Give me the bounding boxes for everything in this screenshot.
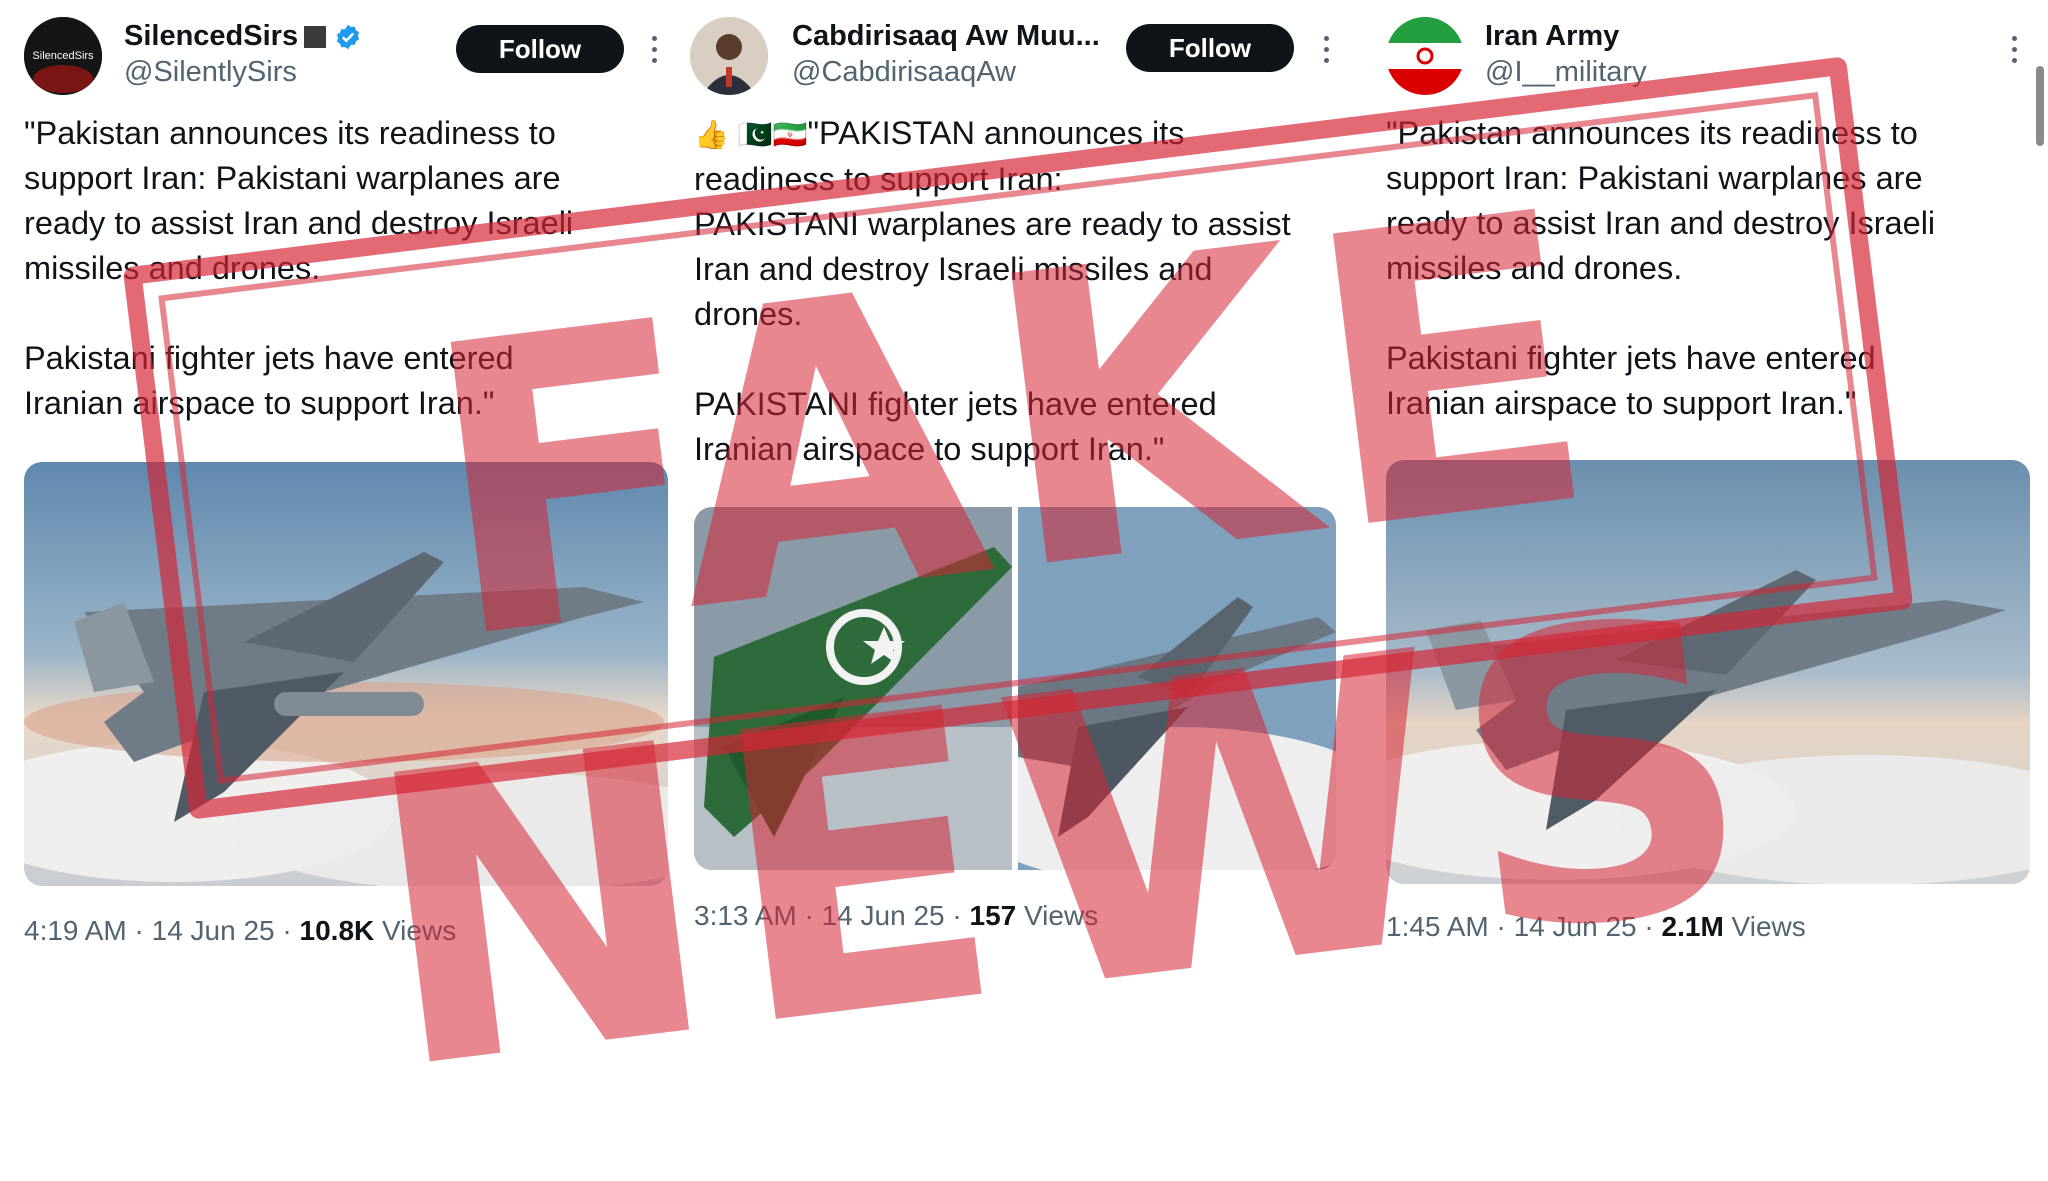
views-count: 157 bbox=[969, 900, 1017, 931]
views-label: Views bbox=[1024, 900, 1099, 931]
follow-button[interactable]: Follow bbox=[1126, 24, 1294, 72]
user-handle[interactable]: @CabdirisaaqAw bbox=[792, 56, 1016, 89]
user-handle[interactable]: @SilentlySirs bbox=[124, 56, 297, 89]
more-options-icon[interactable] bbox=[650, 36, 658, 63]
tweet-text: "Pakistan announces its readiness to sup… bbox=[1386, 115, 1936, 421]
post-card-iran-army: Iran Army @I__military "Pakistan announc… bbox=[1380, 0, 2048, 954]
tweet-image[interactable] bbox=[1386, 460, 2030, 884]
tweet-date[interactable]: 14 Jun 25 bbox=[152, 915, 275, 946]
post-card-silencedsirs: SilencedSirs SilencedSirs @SilentlySirs … bbox=[0, 0, 690, 954]
avatar[interactable]: SilencedSirs bbox=[24, 17, 102, 95]
display-name[interactable]: Cabdirisaaq Aw Muu... bbox=[792, 20, 1100, 53]
views-count: 10.8K bbox=[299, 915, 375, 946]
tweet-text: 👍 🇵🇰🇮🇷"PAKISTAN announces its readiness … bbox=[694, 111, 1354, 472]
emoji-flags: 👍 🇵🇰🇮🇷 bbox=[694, 118, 808, 151]
tweet-time[interactable]: 1:45 AM bbox=[1386, 911, 1489, 942]
user-handle[interactable]: @I__military bbox=[1485, 56, 1647, 89]
fighter-jet-image bbox=[24, 462, 668, 886]
display-name[interactable]: SilencedSirs bbox=[124, 20, 362, 53]
fighter-jet-flag-image bbox=[694, 507, 1012, 870]
tweet-meta: 3:13 AM · 14 Jun 25 · 157 Views bbox=[694, 900, 1099, 931]
views-label: Views bbox=[382, 915, 457, 946]
display-name-text: SilencedSirs bbox=[124, 20, 299, 52]
square-icon bbox=[304, 26, 327, 49]
follow-button[interactable]: Follow bbox=[456, 25, 624, 73]
tweet-time[interactable]: 3:13 AM bbox=[694, 900, 797, 931]
tweet-image[interactable] bbox=[24, 462, 668, 886]
iran-flag-icon bbox=[1386, 17, 1464, 95]
tweet-time[interactable]: 4:19 AM bbox=[24, 915, 127, 946]
fighter-jet-image bbox=[1386, 460, 2030, 884]
display-name[interactable]: Iran Army bbox=[1485, 20, 1619, 53]
post-card-cabdirisaaq: Cabdirisaaq Aw Muu... @CabdirisaaqAw Fol… bbox=[690, 0, 1380, 954]
views-count: 2.1M bbox=[1661, 911, 1724, 942]
scrollbar[interactable] bbox=[2036, 66, 2044, 146]
more-options-icon[interactable] bbox=[2010, 36, 2018, 63]
more-options-icon[interactable] bbox=[1322, 36, 1330, 63]
avatar-image bbox=[690, 17, 768, 95]
avatar[interactable] bbox=[690, 17, 768, 95]
tweet-date[interactable]: 14 Jun 25 bbox=[1514, 911, 1637, 942]
avatar[interactable] bbox=[1386, 17, 1464, 95]
avatar-logo-text: SilencedSirs bbox=[32, 50, 94, 62]
tweet-image-left[interactable] bbox=[694, 507, 1012, 870]
tweet-image-right[interactable] bbox=[1018, 507, 1336, 870]
verified-badge-icon bbox=[337, 25, 360, 50]
tweet-meta: 4:19 AM · 14 Jun 25 · 10.8K Views bbox=[24, 915, 457, 946]
fighter-jet-image bbox=[1018, 507, 1336, 870]
tweet-body: "PAKISTAN announces its readiness to sup… bbox=[694, 115, 1291, 467]
views-label: Views bbox=[1731, 911, 1806, 942]
tweet-date[interactable]: 14 Jun 25 bbox=[822, 900, 945, 931]
avatar-image: SilencedSirs bbox=[24, 17, 102, 95]
tweet-text: "Pakistan announces its readiness to sup… bbox=[24, 115, 574, 421]
tweet-meta: 1:45 AM · 14 Jun 25 · 2.1M Views bbox=[1386, 911, 1806, 942]
